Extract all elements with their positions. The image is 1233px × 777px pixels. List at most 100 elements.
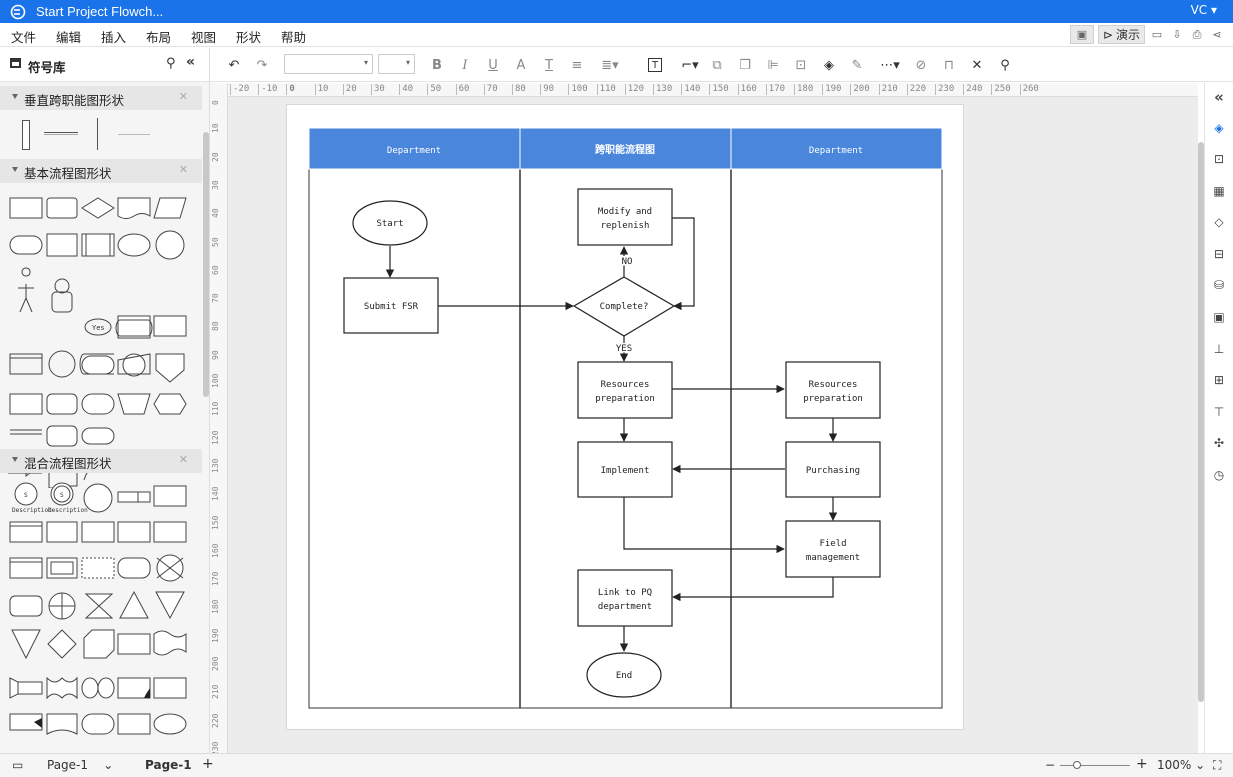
- connection-icon[interactable]: ✣: [1211, 435, 1227, 451]
- undo-icon[interactable]: ↶: [225, 56, 243, 74]
- find-icon[interactable]: ⚲: [996, 56, 1014, 74]
- shape-off-page-ref[interactable]: [155, 353, 185, 383]
- shape-document[interactable]: [117, 197, 151, 219]
- shape-manual-input[interactable]: [9, 393, 43, 415]
- shape-loop-limit[interactable]: [46, 393, 78, 415]
- grid-icon[interactable]: ▦: [1211, 183, 1227, 199]
- presentation-icon[interactable]: ⊟: [1211, 246, 1227, 262]
- shape-ellipse[interactable]: [117, 233, 151, 257]
- shape-hexagon[interactable]: [153, 393, 187, 415]
- group-icon[interactable]: ⊡: [792, 56, 810, 74]
- shape-predefined-2[interactable]: [81, 233, 115, 257]
- download-icon[interactable]: ⇩: [1169, 27, 1185, 43]
- shape-stored-data[interactable]: [81, 355, 115, 375]
- shape-actor[interactable]: [51, 291, 73, 313]
- screen-view-button[interactable]: ▣: [1069, 25, 1094, 44]
- shape-inv-triangle[interactable]: [155, 591, 185, 620]
- collapse-panel-icon[interactable]: «: [186, 54, 195, 70]
- shape-display[interactable]: [81, 393, 115, 415]
- zoom-out-button[interactable]: −: [1045, 758, 1055, 772]
- shape-decision[interactable]: [81, 197, 115, 219]
- print-icon[interactable]: ⎙: [1189, 27, 1205, 43]
- shape-process[interactable]: [9, 197, 43, 219]
- edit-shape-icon[interactable]: ⊘: [912, 56, 930, 74]
- bold-icon[interactable]: B: [428, 56, 446, 74]
- shape-card[interactable]: [117, 315, 151, 339]
- zoom-slider[interactable]: [1060, 761, 1130, 769]
- shape-split-rect[interactable]: [117, 491, 151, 503]
- line-color-icon[interactable]: ✎: [848, 56, 866, 74]
- align-icon[interactable]: ≡: [568, 56, 586, 74]
- font-family-select[interactable]: ▾: [284, 54, 373, 74]
- close-section-icon[interactable]: ✕: [179, 163, 188, 176]
- text-box-icon[interactable]: T: [648, 58, 662, 72]
- search-icon[interactable]: ⚲: [166, 56, 176, 71]
- edge-implement-field[interactable]: [623, 497, 785, 554]
- section-swimlane-shapes[interactable]: 垂直跨职能图形状 ✕: [0, 86, 202, 110]
- format-painter-icon[interactable]: ⊤: [1211, 404, 1227, 420]
- section-mixed-flowchart-shapes[interactable]: 混合流程图形状 ✕: [0, 449, 202, 473]
- shape-person[interactable]: [18, 267, 34, 313]
- shape-terminator[interactable]: [9, 235, 43, 255]
- underline-icon[interactable]: U: [484, 56, 502, 74]
- tools-icon[interactable]: ✕: [968, 56, 986, 74]
- fill-bucket-icon[interactable]: ◈: [1211, 120, 1227, 136]
- shape-wide-rect[interactable]: [153, 485, 187, 507]
- connector-icon[interactable]: ⌐▾: [678, 56, 702, 74]
- shape-vertical-separator[interactable]: [97, 118, 99, 150]
- menu-view[interactable]: 视图: [191, 27, 216, 46]
- menu-shape[interactable]: 形状: [236, 27, 261, 46]
- page-tab-active[interactable]: Page-1: [145, 758, 192, 772]
- layers-icon[interactable]: ◇: [1211, 214, 1227, 230]
- bring-front-icon[interactable]: ⧉: [708, 56, 726, 74]
- shape-circle[interactable]: [155, 230, 185, 260]
- fill-color-icon[interactable]: ◈: [820, 56, 838, 74]
- node-field-management[interactable]: [785, 520, 881, 578]
- expand-panel-icon[interactable]: «: [1211, 88, 1227, 106]
- shape-triangle[interactable]: [119, 590, 149, 619]
- align-left-icon[interactable]: ⊫: [764, 56, 782, 74]
- add-page-button[interactable]: +: [202, 756, 214, 772]
- shape-arrow-line[interactable]: [118, 134, 150, 135]
- shape-big-circle[interactable]: [83, 483, 113, 513]
- send-back-icon[interactable]: ❐: [736, 56, 754, 74]
- org-chart-icon[interactable]: ⊥: [1211, 341, 1227, 357]
- menu-file[interactable]: 文件: [11, 27, 36, 46]
- shape-predefined[interactable]: [46, 233, 78, 257]
- page-selector[interactable]: Page-1 ⌄: [47, 758, 113, 772]
- italic-icon[interactable]: I: [456, 56, 474, 74]
- fullscreen-icon[interactable]: ⛶: [1213, 758, 1221, 773]
- present-button[interactable]: ⊳ 演示: [1097, 25, 1145, 44]
- menu-layout[interactable]: 布局: [146, 27, 171, 46]
- save-icon[interactable]: ▭: [1149, 27, 1165, 43]
- history-icon[interactable]: ◷: [1211, 467, 1227, 483]
- close-section-icon[interactable]: ✕: [179, 453, 188, 466]
- node-resources-preparation-2[interactable]: [785, 361, 881, 419]
- drawing-page[interactable]: Department 跨职能流程图 Department Start Submi…: [286, 104, 964, 730]
- node-modify-replenish[interactable]: [577, 188, 673, 246]
- close-section-icon[interactable]: ✕: [179, 90, 188, 103]
- font-color-icon[interactable]: A: [512, 56, 530, 74]
- menu-help[interactable]: 帮助: [281, 27, 306, 46]
- zoom-in-button[interactable]: +: [1136, 756, 1148, 772]
- edge-field-link[interactable]: [672, 577, 834, 602]
- shape-internal-storage[interactable]: [46, 425, 78, 447]
- text-style-icon[interactable]: T: [540, 56, 558, 74]
- shape-vertical-lane[interactable]: [22, 120, 30, 150]
- zoom-slider-thumb[interactable]: [1073, 761, 1081, 769]
- node-link-pq[interactable]: [577, 569, 673, 627]
- lock-icon[interactable]: ⊓: [940, 56, 958, 74]
- shape-off-page[interactable]: [153, 315, 187, 337]
- image-icon[interactable]: ▣: [1211, 309, 1227, 325]
- drawing-canvas[interactable]: Department 跨职能流程图 Department Start Submi…: [228, 97, 1198, 753]
- user-menu[interactable]: VC ▾: [1191, 3, 1217, 17]
- shape-delay[interactable]: [81, 427, 115, 445]
- menu-edit[interactable]: 编辑: [56, 27, 81, 46]
- shape-hourglass[interactable]: [84, 593, 114, 619]
- line-spacing-icon[interactable]: ≣▾: [598, 56, 622, 74]
- database-icon[interactable]: ⛁: [1211, 277, 1227, 293]
- style-icon[interactable]: ⊡: [1211, 151, 1227, 167]
- section-basic-flowchart-shapes[interactable]: 基本流程图形状 ✕: [0, 159, 202, 183]
- page-layout-icon[interactable]: ⊞: [1211, 372, 1227, 388]
- shape-rounded-rect[interactable]: [46, 197, 78, 219]
